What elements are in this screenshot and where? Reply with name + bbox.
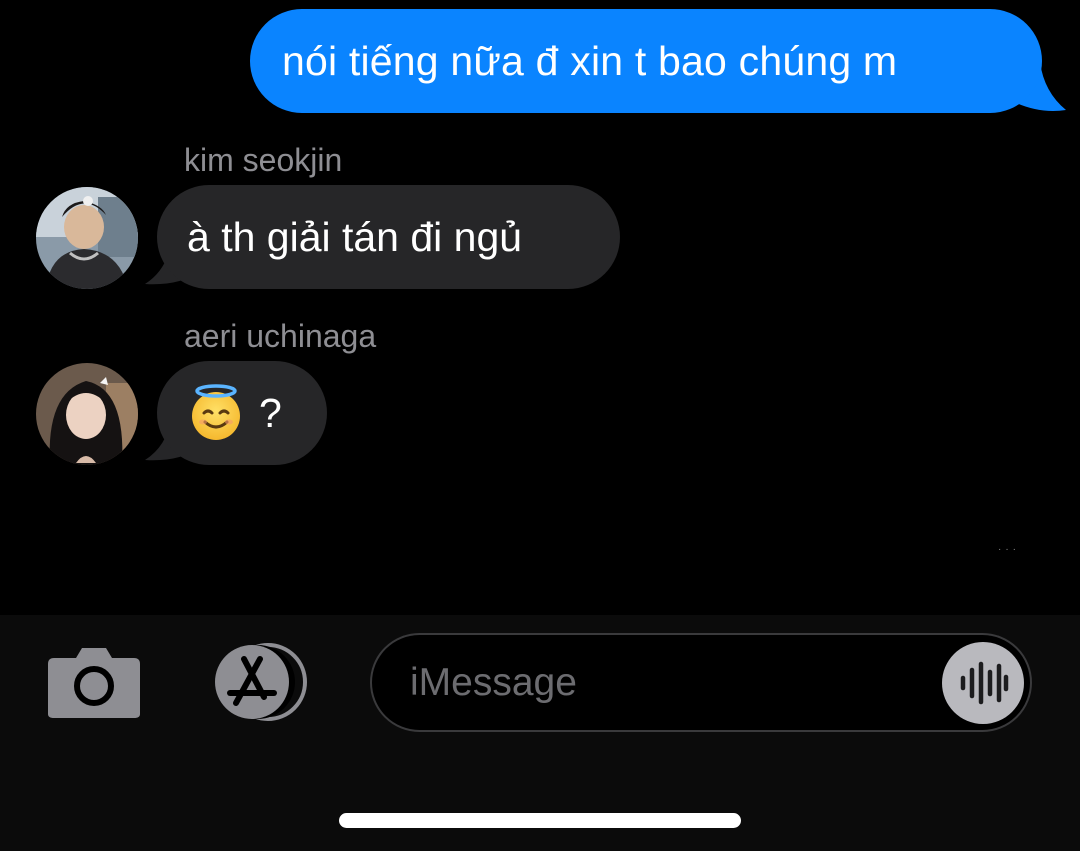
incoming-message-text: ? — [259, 389, 282, 436]
sender-name: aeri uchinaga — [184, 318, 377, 354]
incoming-message-bubble[interactable]: à th giải tán đi ngủ — [157, 185, 620, 289]
message-input-field[interactable] — [370, 633, 1032, 732]
avatar[interactable] — [36, 363, 138, 465]
audio-message-button[interactable] — [942, 642, 1024, 724]
sender-name: kim seokjin — [184, 142, 343, 178]
smiling-face-with-halo-icon — [187, 384, 245, 442]
outgoing-message-text: nói tiếng nữa đ xin t bao chúng m — [282, 37, 898, 84]
typing-dots: ··· — [998, 544, 1020, 555]
avatar[interactable] — [36, 187, 138, 289]
audio-waveform-icon — [960, 661, 1009, 705]
messages-screen: nói tiếng nữa đ xin t bao chúng m kim se… — [0, 0, 1080, 851]
incoming-message-bubble[interactable]: ? — [157, 361, 327, 465]
camera-button[interactable] — [46, 644, 142, 720]
camera-icon — [48, 648, 140, 718]
home-indicator[interactable] — [339, 813, 741, 828]
message-input[interactable] — [410, 660, 910, 705]
apps-button[interactable] — [202, 643, 312, 721]
incoming-message-text: à th giải tán đi ngủ — [187, 213, 523, 260]
app-store-icon — [215, 643, 307, 721]
outgoing-message-bubble[interactable]: nói tiếng nữa đ xin t bao chúng m — [250, 9, 1042, 113]
